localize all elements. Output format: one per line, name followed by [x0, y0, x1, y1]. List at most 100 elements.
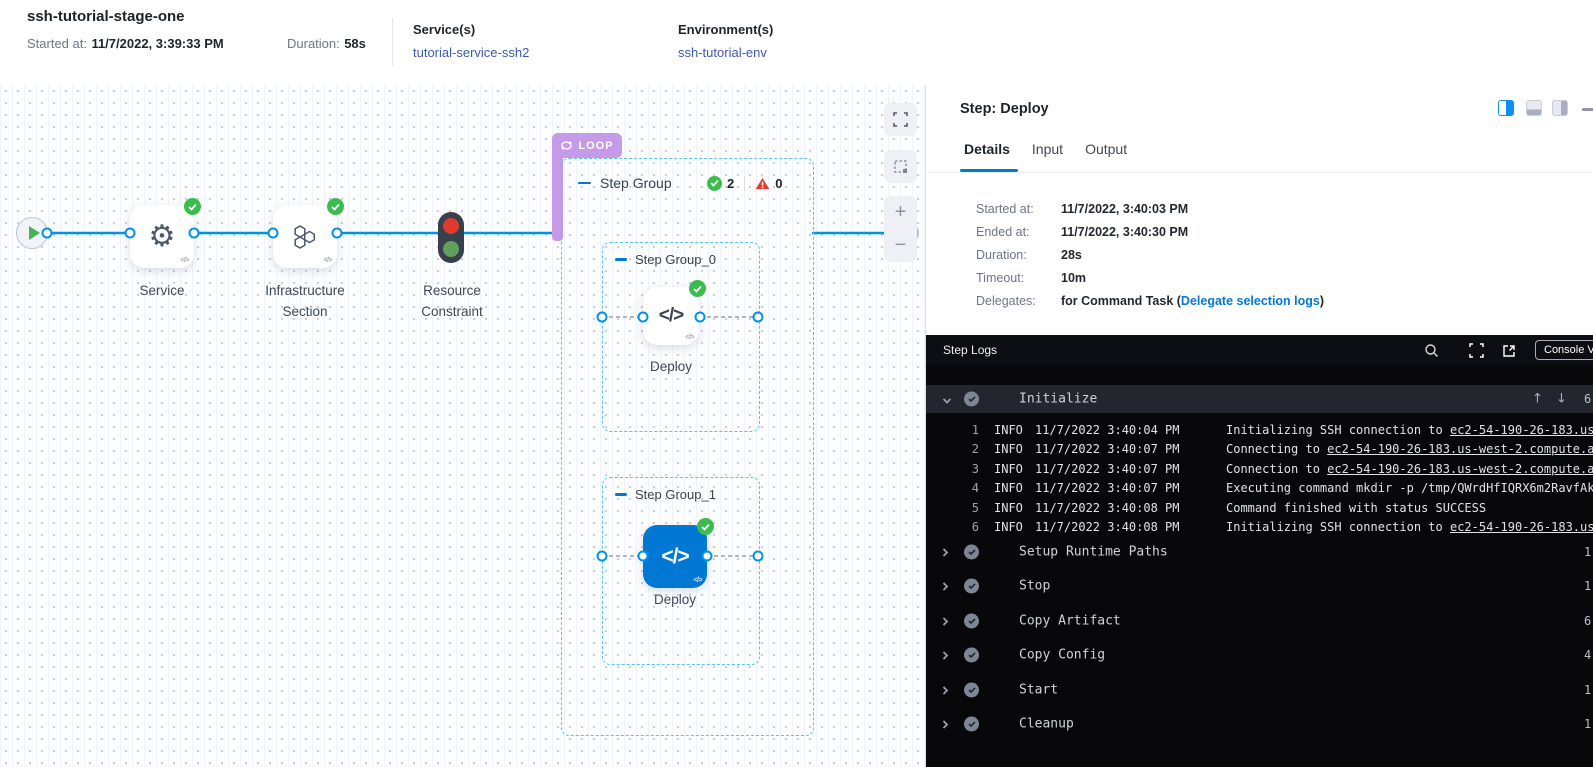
- open-new-tab-icon[interactable]: [1502, 343, 1516, 362]
- services-label: Service(s): [413, 22, 529, 37]
- started-label: Started at:: [27, 36, 87, 51]
- environments-label: Environment(s): [678, 22, 773, 37]
- tab-details[interactable]: Details: [964, 141, 1010, 157]
- loop-badge: LOOP: [552, 133, 622, 158]
- detail-row: Timeout: 10m: [976, 266, 1324, 289]
- environments-block: Environment(s) ssh-tutorial-env: [678, 22, 773, 62]
- zoom-in-button[interactable]: +: [884, 196, 917, 229]
- check-circle-icon: [964, 545, 979, 560]
- search-icon[interactable]: [1424, 343, 1439, 362]
- log-host-link[interactable]: ec2-54-190-26-183.us-west-2.compute.a: [1327, 442, 1593, 456]
- console-view-toggle[interactable]: Console View: [1535, 340, 1593, 360]
- section-name: Initialize: [1019, 392, 1097, 407]
- step-group-header[interactable]: Step Group 2 0: [578, 175, 793, 191]
- success-check-icon: [184, 198, 201, 215]
- success-check-icon: [327, 198, 344, 215]
- log-section-stop[interactable]: Stop 1: [926, 571, 1593, 601]
- log-line: 4INFO11/7/2022 3:40:07 PMExecuting comma…: [926, 479, 1593, 498]
- step-group-label: Step Group: [600, 175, 707, 191]
- log-section-start[interactable]: Start 1: [926, 675, 1593, 705]
- success-check-icon: [689, 280, 706, 297]
- tab-output[interactable]: Output: [1085, 141, 1127, 157]
- check-circle-icon: [964, 648, 979, 663]
- collapse-minus-icon[interactable]: [578, 182, 591, 185]
- code-icon: </>: [659, 305, 683, 327]
- chevron-right-icon[interactable]: [942, 715, 949, 734]
- play-icon: [29, 226, 40, 240]
- scroll-up-icon[interactable]: ↑: [1532, 392, 1543, 407]
- section-count: 6: [1584, 392, 1591, 406]
- started-value: 11/7/2022, 3:39:33 PM: [91, 36, 223, 51]
- collapse-minus-icon[interactable]: [615, 258, 627, 261]
- marquee-select-button[interactable]: [884, 150, 917, 183]
- loop-icon: [560, 140, 573, 151]
- pipeline-canvas[interactable]: LOOP Step Group 2 0 Step Group_0: [0, 85, 925, 767]
- layout-split-pane-icon[interactable]: [1552, 100, 1568, 116]
- chevron-down-icon[interactable]: [942, 390, 952, 409]
- log-section-setup-runtime-paths[interactable]: Setup Runtime Paths 1: [926, 537, 1593, 567]
- service-node-label: Service: [98, 281, 226, 302]
- delegate-selection-logs-link[interactable]: Delegate selection logs: [1181, 294, 1320, 308]
- fullscreen-button[interactable]: [884, 103, 917, 136]
- template-code-icon: </>: [180, 257, 189, 264]
- execution-header: ssh-tutorial-stage-one Started at: 11/7/…: [0, 0, 1593, 86]
- log-host-link[interactable]: ec2-54-190-26-183.us: [1450, 423, 1593, 437]
- scroll-down-icon[interactable]: ↓: [1556, 392, 1567, 407]
- log-section-cleanup[interactable]: Cleanup 1: [926, 709, 1593, 739]
- duration-value: 58s: [344, 36, 366, 51]
- details-list: Started at: 11/7/2022, 3:40:03 PM Ended …: [976, 197, 1324, 312]
- step-node-0-label: Deploy: [613, 357, 729, 378]
- log-section-initialize[interactable]: Initialize ↑ ↓ 6: [926, 385, 1593, 413]
- detail-row: Started at: 11/7/2022, 3:40:03 PM: [976, 197, 1324, 220]
- layout-right-pane-icon[interactable]: [1498, 100, 1514, 116]
- service-node[interactable]: ⚙ </>: [130, 205, 194, 268]
- template-code-icon: </>: [693, 577, 702, 584]
- minimize-icon[interactable]: [1582, 108, 1593, 111]
- expand-logs-icon[interactable]: [1469, 343, 1484, 362]
- check-circle-icon: [964, 392, 979, 407]
- detail-row: Duration: 28s: [976, 243, 1324, 266]
- tab-input[interactable]: Input: [1032, 141, 1063, 157]
- chevron-right-icon[interactable]: [942, 646, 949, 665]
- infrastructure-node[interactable]: </>: [273, 205, 337, 268]
- error-count: 0: [775, 176, 782, 191]
- infrastructure-node-label: Infrastructure Section: [241, 281, 369, 323]
- check-circle-icon: [964, 579, 979, 594]
- zoom-out-button[interactable]: −: [884, 229, 917, 262]
- traffic-light-red-icon: [443, 218, 459, 234]
- template-code-icon: </>: [685, 334, 694, 341]
- chevron-right-icon[interactable]: [942, 681, 949, 700]
- service-link[interactable]: tutorial-service-ssh2: [413, 45, 529, 60]
- collapse-minus-icon[interactable]: [615, 493, 627, 496]
- detail-row-delegates: Delegates: for Command Task (Delegate se…: [976, 289, 1324, 312]
- resource-constraint-node[interactable]: [438, 212, 464, 263]
- step-group-0-header[interactable]: Step Group_0: [615, 252, 716, 267]
- marquee-select-icon: [893, 159, 909, 175]
- deploy-step-node-1-selected[interactable]: </> </>: [643, 525, 707, 588]
- warning-icon: [755, 177, 770, 190]
- log-line: 6INFO11/7/2022 3:40:08 PMInitializing SS…: [926, 518, 1593, 537]
- step-group-1-header[interactable]: Step Group_1: [615, 487, 716, 502]
- success-count: 2: [727, 176, 734, 191]
- log-line: 1INFO11/7/2022 3:40:04 PMInitializing SS…: [926, 421, 1593, 440]
- step-details-panel: Step: Deploy Details Input Output Starte…: [925, 85, 1593, 767]
- success-badge-icon: [707, 176, 722, 191]
- chevron-right-icon[interactable]: [942, 543, 949, 562]
- chevron-right-icon[interactable]: [942, 577, 949, 596]
- layout-bottom-pane-icon[interactable]: [1526, 100, 1542, 116]
- count-divider: [744, 176, 745, 191]
- log-host-link[interactable]: ec2-54-190-26-183.us: [1450, 520, 1593, 534]
- tabs-divider: [926, 172, 1593, 173]
- step-node-1-label: Deploy: [617, 590, 733, 611]
- log-host-link[interactable]: ec2-54-190-26-183.us-west-2.compute.a: [1327, 462, 1593, 476]
- log-section-copy-artifact[interactable]: Copy Artifact 6: [926, 606, 1593, 636]
- log-section-copy-config[interactable]: Copy Config 4: [926, 640, 1593, 670]
- check-circle-icon: [964, 717, 979, 732]
- chevron-right-icon[interactable]: [942, 612, 949, 631]
- panel-title: Step: Deploy: [960, 101, 1049, 117]
- log-line: 3INFO11/7/2022 3:40:07 PMConnection to e…: [926, 460, 1593, 479]
- environment-link[interactable]: ssh-tutorial-env: [678, 45, 767, 60]
- stage-title: ssh-tutorial-stage-one: [27, 8, 185, 25]
- step-logs-header: Step Logs Console: [926, 335, 1593, 365]
- deploy-step-node-0[interactable]: </> </>: [643, 287, 699, 345]
